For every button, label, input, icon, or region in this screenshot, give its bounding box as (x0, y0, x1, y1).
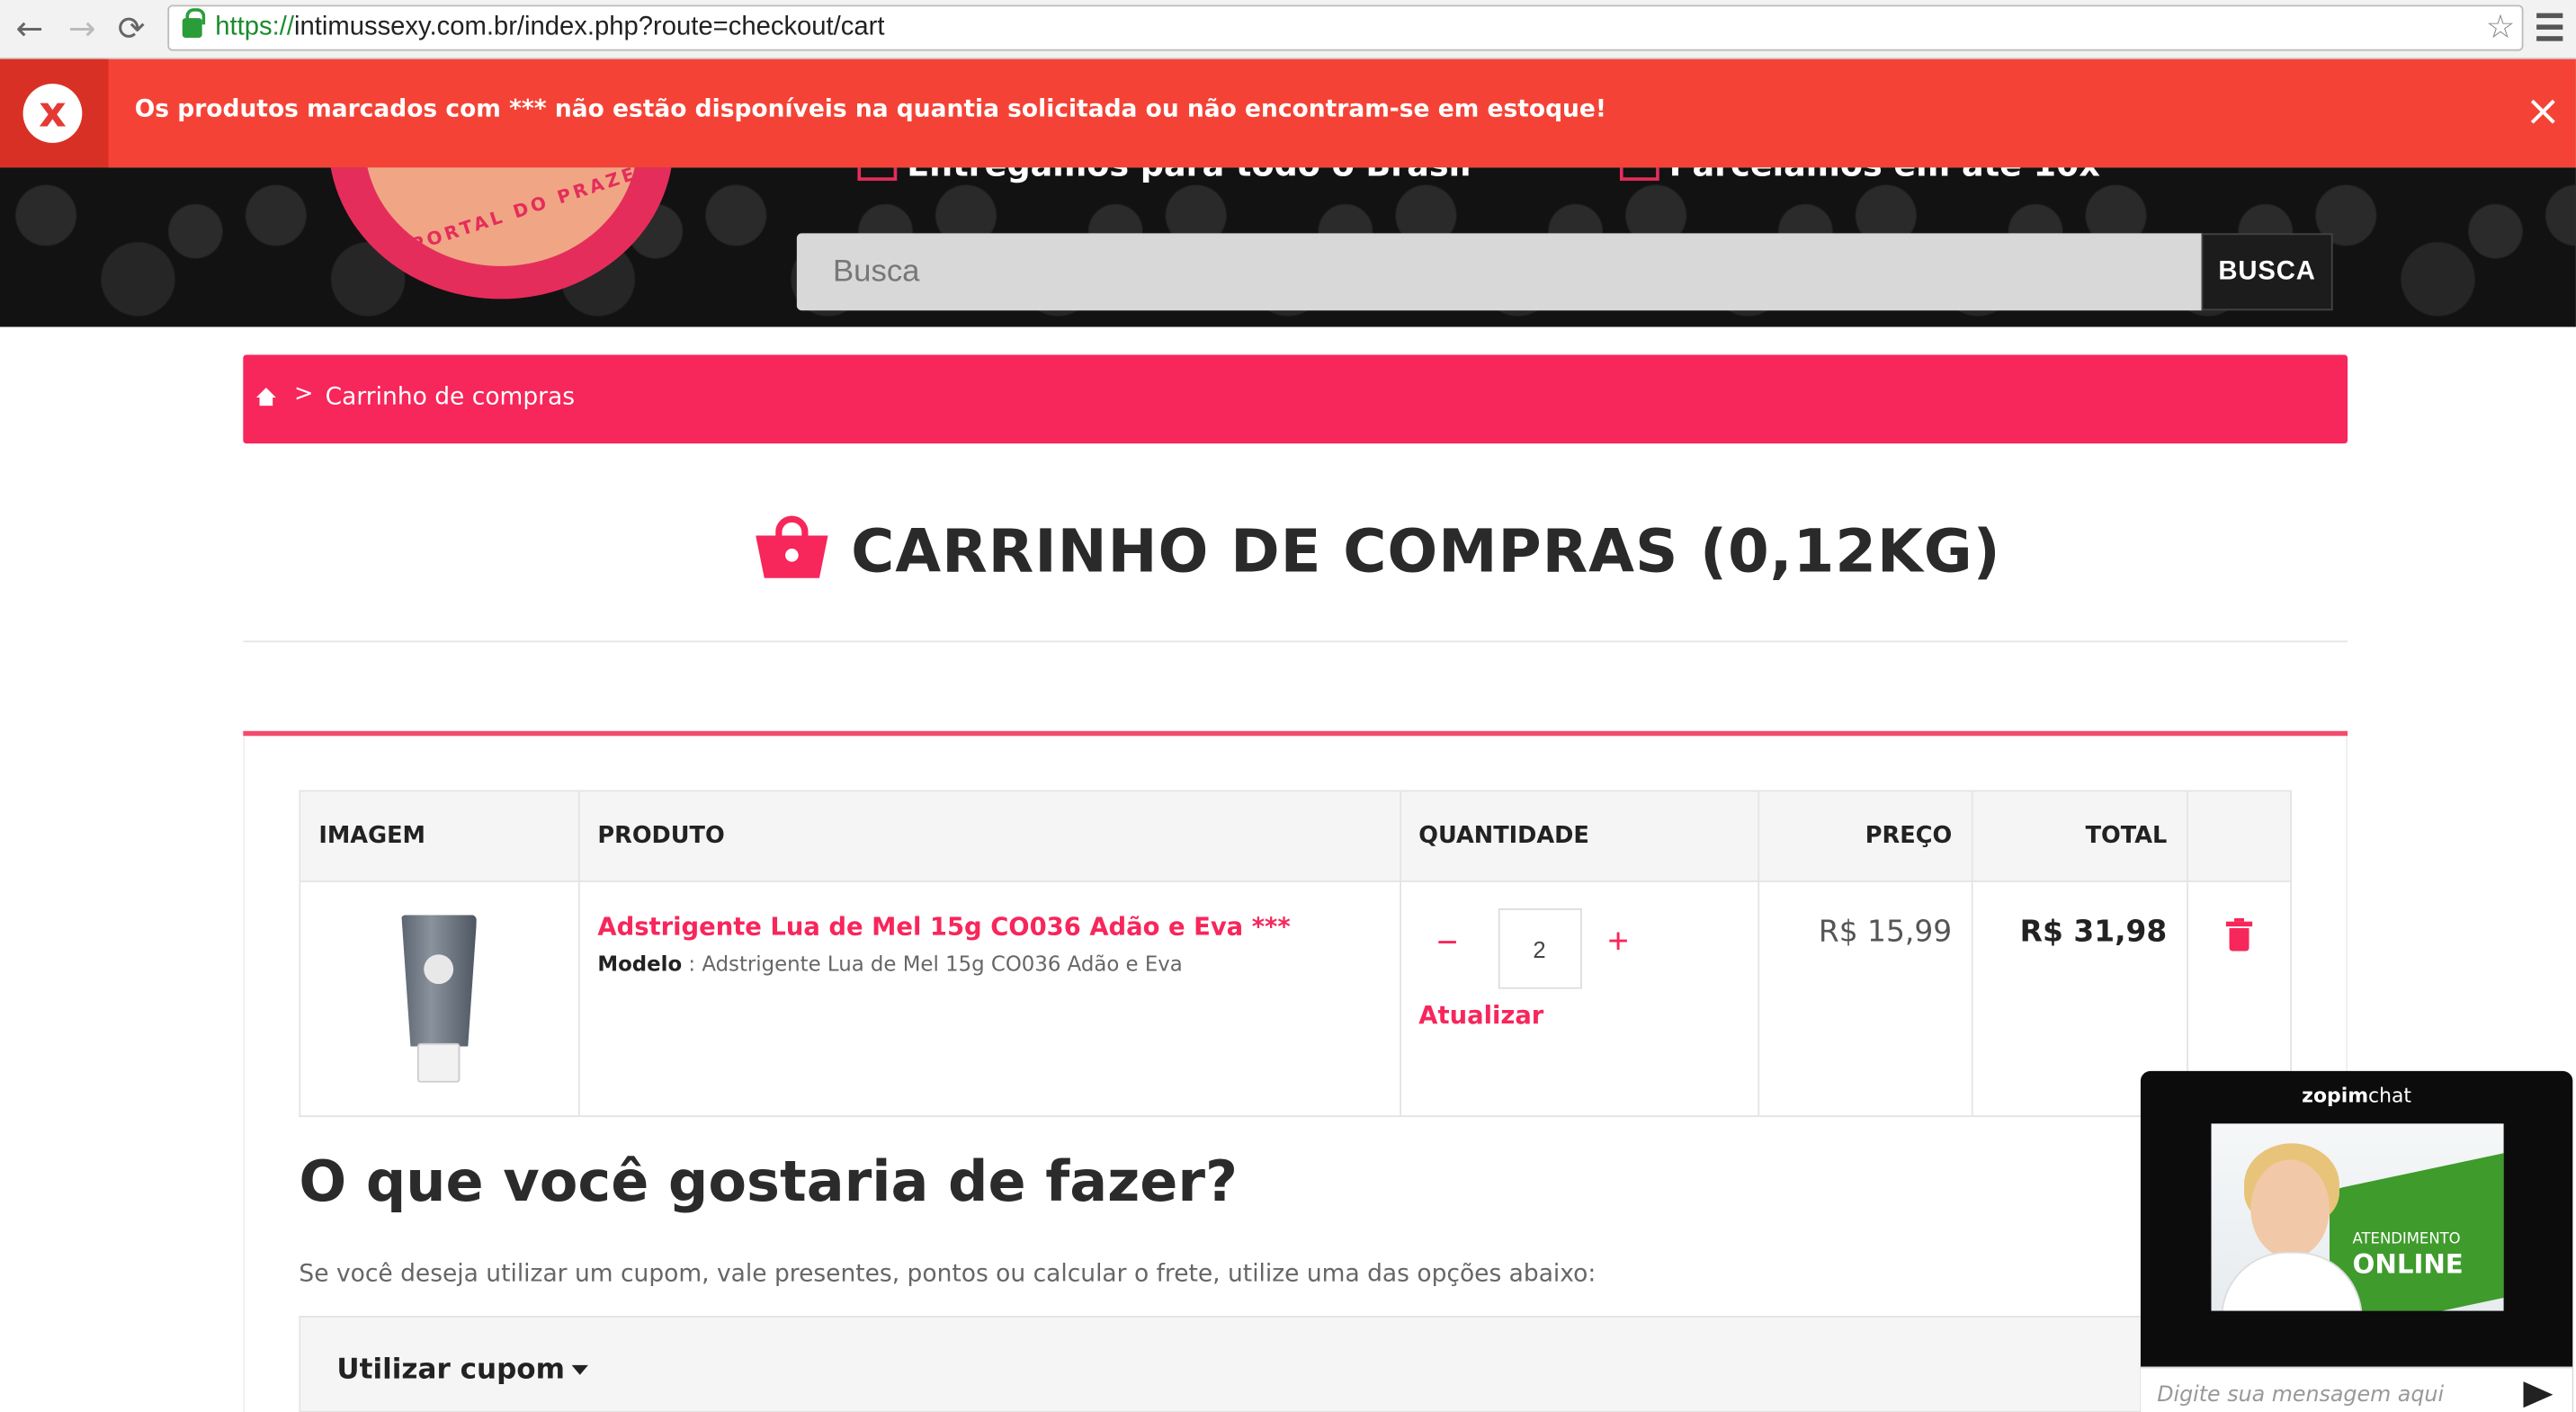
quantity-input[interactable] (1497, 908, 1582, 989)
basket-icon (756, 515, 828, 582)
page-title: CARRINHO DE COMPRAS (0,12KG) (851, 519, 2001, 587)
product-cell: Adstrigente Lua de Mel 15g CO036 Adão e … (577, 880, 1401, 1118)
online-badge (2329, 1148, 2504, 1311)
truck-icon (857, 167, 898, 181)
unit-price: R$ 15,99 (1758, 880, 1973, 1118)
search-box (796, 233, 2204, 311)
page-title-area: CARRINHO DE COMPRAS (0,12KG) (243, 506, 2348, 643)
browser-menu-icon[interactable] (2536, 13, 2563, 43)
product-model: Modelo : Adstrigente Lua de Mel 15g CO03… (597, 951, 1183, 976)
lock-icon (182, 8, 206, 39)
online-label-big: ONLINE (2352, 1248, 2464, 1280)
coupon-toggle-button[interactable]: Utilizar cupom (336, 1354, 588, 1387)
breadcrumb-current[interactable]: Carrinho de compras (326, 384, 575, 410)
forward-button[interactable]: → (62, 10, 102, 49)
next-steps-description: Se você deseja utilizar um cupom, vale p… (299, 1261, 1597, 1288)
search-input[interactable] (796, 233, 2204, 311)
chevron-right-icon: > (293, 380, 314, 407)
header-remove (2187, 790, 2292, 882)
coupon-panel: Utilizar cupom (299, 1316, 2292, 1412)
cart-table: IMAGEM PRODUTO QUANTIDADE PREÇO TOTAL Ad… (299, 790, 2292, 1118)
table-row: Adstrigente Lua de Mel 15g CO036 Adão e … (299, 880, 2292, 1118)
product-name-link[interactable]: Adstrigente Lua de Mel 15g CO036 Adão e … (597, 912, 1399, 942)
card-icon (1619, 167, 1659, 181)
search-button[interactable]: BUSCA (2201, 233, 2333, 311)
chat-message-input[interactable] (2157, 1378, 2502, 1411)
home-icon[interactable] (255, 388, 276, 407)
site-header: O PORTAL DO PRAZER Entregamos para todo … (0, 167, 2576, 327)
stock-alert: x Os produtos marcados com *** não estão… (0, 58, 2576, 168)
address-bar[interactable]: https://intimussexy.com.br/index.php?rou… (167, 4, 2524, 51)
increase-quantity-button[interactable]: + (1607, 920, 1628, 962)
alert-icon-box: x (0, 58, 109, 168)
header-price: PREÇO (1758, 790, 1973, 882)
page-root: ← → ⟳ https://intimussexy.com.br/index.p… (0, 0, 2576, 1412)
decrease-quantity-button[interactable]: − (1436, 922, 1457, 964)
chat-online-banner[interactable]: ATENDIMENTO ONLINE (2211, 1123, 2504, 1311)
caret-down-icon (571, 1364, 588, 1375)
alert-message: Os produtos marcados com *** não estão d… (134, 96, 1606, 123)
chat-brand: zopimchat (2302, 1084, 2412, 1108)
header-image: IMAGEM (299, 790, 580, 882)
trash-icon[interactable] (2225, 918, 2253, 952)
product-image-cell (299, 880, 580, 1118)
quantity-cell: − + Atualizar (1399, 880, 1760, 1118)
product-image[interactable] (401, 915, 478, 1083)
table-header-row: IMAGEM PRODUTO QUANTIDADE PREÇO TOTAL (299, 790, 2292, 882)
browser-toolbar: ← → ⟳ https://intimussexy.com.br/index.p… (0, 0, 2576, 59)
bookmark-star-icon[interactable]: ☆ (2486, 6, 2516, 49)
header-product: PRODUTO (577, 790, 1401, 882)
url-text: https://intimussexy.com.br/index.php?rou… (215, 13, 885, 41)
reload-button[interactable]: ⟳ (112, 10, 151, 49)
header-total: TOTAL (1972, 790, 2189, 882)
promo-installments: Parcelamos em até 10x (1619, 167, 2100, 184)
online-label-small: ATENDIMENTO (2352, 1231, 2461, 1249)
update-quantity-link[interactable]: Atualizar (1418, 1000, 1543, 1030)
promo-shipping: Entregamos para todo o Brasil (857, 167, 1471, 184)
next-steps-title: O que você gostaria de fazer? (299, 1149, 1239, 1216)
error-icon: x (22, 84, 83, 143)
header-quantity: QUANTIDADE (1399, 790, 1760, 882)
back-button[interactable]: ← (10, 10, 49, 49)
send-icon[interactable] (2523, 1381, 2554, 1408)
chat-widget[interactable]: zopimchat ATENDIMENTO ONLINE (2140, 1070, 2573, 1412)
chat-input-row (2140, 1366, 2573, 1412)
alert-close-icon[interactable]: × (2525, 87, 2561, 137)
breadcrumb: > Carrinho de compras (243, 354, 2348, 444)
